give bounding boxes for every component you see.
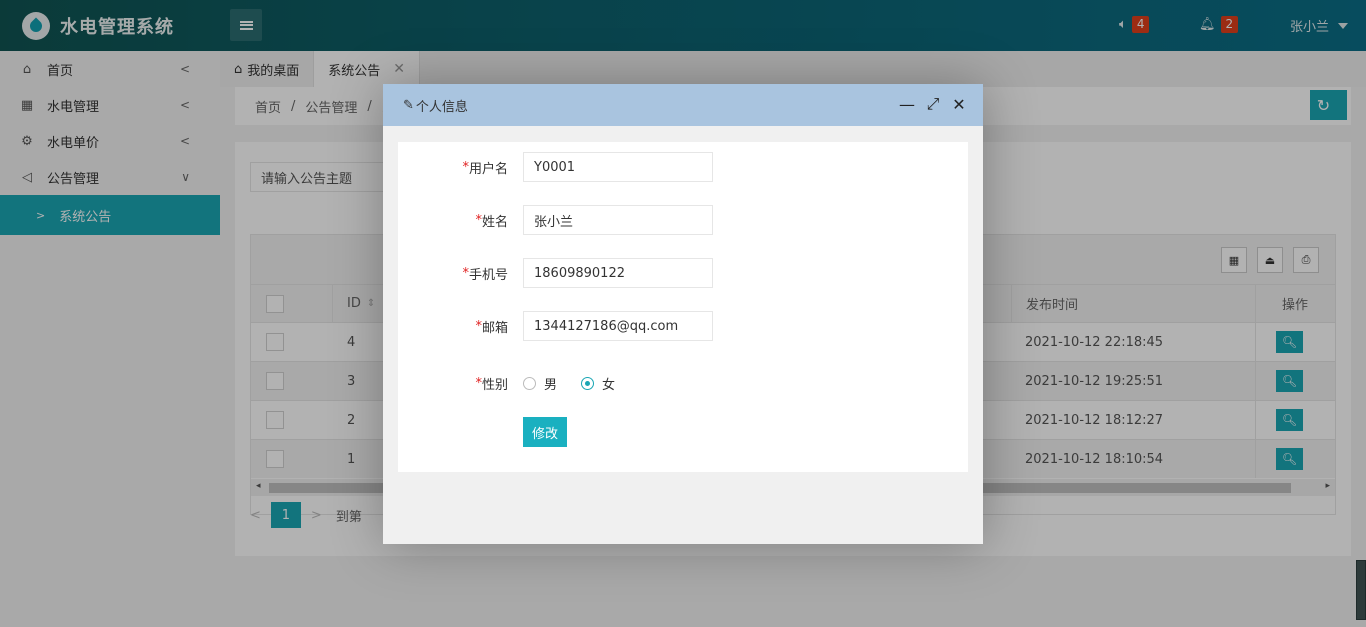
form-row-username: * 用户名 Y0001 [398,152,968,182]
gender-label: * 性别 [475,375,508,393]
volume-meter [1356,560,1366,620]
username-label: * 用户名 [462,159,508,177]
email-label: * 邮箱 [475,318,508,336]
form-row-name: * 姓名 张小兰 [398,205,968,235]
edit-icon: ✎ [403,97,414,113]
username-field[interactable]: Y0001 [523,152,713,182]
modal-title: 个人信息 [415,99,468,115]
email-field[interactable]: 1344127186@qq.com [523,311,713,341]
gender-female-radio[interactable] [581,376,595,390]
gender-female-label[interactable]: 女 [602,374,615,393]
submit-button[interactable]: 修改 [523,417,567,447]
name-label: * 姓名 [475,212,508,230]
form-row-phone: * 手机号 18609890122 [398,258,968,288]
phone-field[interactable]: 18609890122 [523,258,713,288]
modal-title-bar: ✎ 个人信息 — ⤢ ✕ [383,84,983,126]
form-row-gender: * 性别 男 女 [398,368,968,398]
gender-radio-group: 男 女 [523,368,615,398]
minimize-icon[interactable]: — [898,95,916,114]
gender-male-label[interactable]: 男 [544,374,557,393]
close-icon[interactable]: ✕ [950,95,968,114]
gender-male-radio[interactable] [523,376,536,390]
profile-modal: ✎ 个人信息 — ⤢ ✕ * 用户名 Y0001 * 姓名 张小兰 * 手机号 186… [383,84,983,544]
form-row-email: * 邮箱 1344127186@qq.com [398,311,968,341]
maximize-icon[interactable]: ⤢ [924,94,942,113]
profile-form: * 用户名 Y0001 * 姓名 张小兰 * 手机号 18609890122 * 邮箱 … [398,142,968,472]
name-field[interactable]: 张小兰 [523,205,713,235]
phone-label: * 手机号 [462,265,508,283]
